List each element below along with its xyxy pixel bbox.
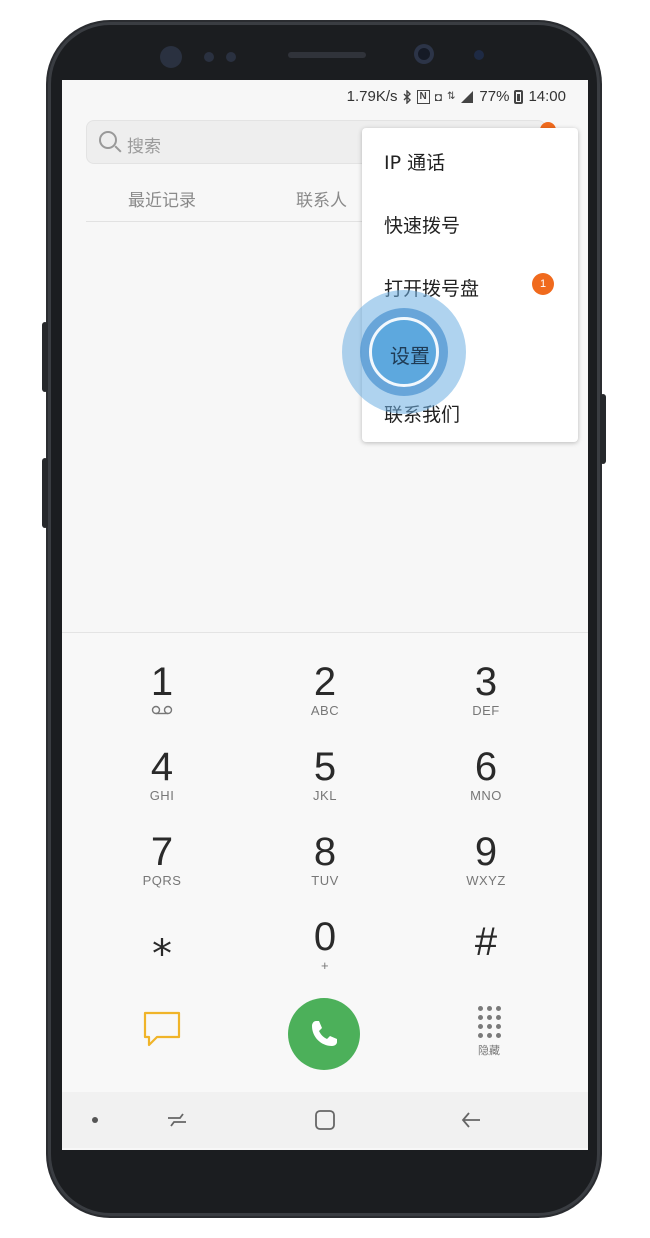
- key-letters: TUV: [311, 873, 339, 888]
- iris-led: [474, 50, 484, 60]
- tab-contacts[interactable]: 联系人: [296, 186, 347, 211]
- key-letters: PQRS: [142, 873, 182, 888]
- menu-item-ip-call[interactable]: IP 通话: [384, 148, 445, 175]
- data-icon: ◘: [434, 89, 443, 104]
- dialpad-key-2[interactable]: 2 ABC: [265, 660, 385, 718]
- dialpad-key-6[interactable]: 6 MNO: [426, 745, 546, 803]
- nfc-icon: N: [416, 89, 430, 104]
- battery-percent: 77%: [479, 88, 510, 105]
- key-digit: 0: [313, 915, 337, 959]
- message-button[interactable]: [142, 1010, 182, 1048]
- key-letters: JKL: [313, 788, 337, 803]
- dialpad-key-5[interactable]: 5 JKL: [265, 745, 385, 803]
- message-icon: [143, 1011, 181, 1047]
- key-letters: ABC: [310, 703, 340, 718]
- touch-indicator-core: 设置: [369, 317, 439, 387]
- search-placeholder: 搜索: [127, 137, 161, 157]
- key-digit: 1: [150, 660, 174, 704]
- hide-label: 隐藏: [478, 1044, 500, 1057]
- earpiece-speaker: [288, 52, 366, 58]
- dialpad-key-hash[interactable]: #: [426, 920, 546, 964]
- key-letters: WXYZ: [466, 873, 506, 888]
- clock: 14:00: [528, 88, 566, 105]
- key-letters: DEF: [472, 703, 500, 718]
- status-bar: 1.79K/s N ◘ ⇅ 77% 14:00: [62, 80, 588, 114]
- key-letters: +: [320, 958, 330, 973]
- search-icon: [99, 131, 117, 149]
- signal-icon: [461, 90, 474, 103]
- network-speed: 1.79K/s: [346, 88, 398, 105]
- touch-indicator: 设置: [342, 290, 466, 414]
- proximity-sensor: [204, 52, 214, 62]
- dialpad-key-4[interactable]: 4 GHI: [102, 745, 222, 803]
- phone-icon: [312, 1021, 337, 1046]
- home-icon[interactable]: [314, 1109, 336, 1131]
- front-camera: [414, 44, 434, 64]
- phone-screen: 1.79K/s N ◘ ⇅ 77% 14:00 搜索 最近记录 联系人 IP 通…: [62, 80, 588, 1150]
- key-digit: 3: [474, 660, 498, 704]
- dialpad-grid-icon: [477, 1006, 501, 1038]
- battery-icon: [514, 89, 524, 104]
- key-letters: MNO: [470, 788, 502, 803]
- nav-dot-indicator[interactable]: [92, 1117, 98, 1123]
- key-digit: 2: [313, 660, 337, 704]
- menu-badge: 1: [532, 273, 554, 295]
- back-icon[interactable]: [460, 1110, 482, 1130]
- dialpad-key-9[interactable]: 9 WXYZ: [426, 830, 546, 888]
- bixby-button: [42, 458, 48, 528]
- bluetooth-icon: [403, 89, 411, 104]
- dialpad-key-3[interactable]: 3 DEF: [426, 660, 546, 718]
- navigation-bar: [62, 1092, 588, 1148]
- key-letters: GHI: [149, 788, 175, 803]
- recent-apps-icon[interactable]: [166, 1110, 188, 1130]
- key-digit: 7: [150, 830, 174, 874]
- key-digit: 9: [474, 830, 498, 874]
- key-digit: 5: [313, 745, 337, 789]
- dialpad-key-star[interactable]: ⁎: [102, 920, 222, 964]
- key-digit: 4: [150, 745, 174, 789]
- light-sensor: [226, 52, 236, 62]
- volume-button: [42, 322, 48, 392]
- top-bezel: [48, 22, 600, 80]
- data-activity-icon: ⇅: [447, 91, 456, 102]
- call-button[interactable]: [288, 998, 360, 1070]
- power-button: [600, 394, 606, 464]
- voicemail-icon: [102, 704, 222, 718]
- status-bar-right: 1.79K/s N ◘ ⇅ 77% 14:00: [347, 88, 566, 105]
- touch-indicator-ring: 设置: [360, 308, 448, 396]
- key-digit: 6: [474, 745, 498, 789]
- key-digit: ⁎: [152, 920, 172, 964]
- dialpad-key-1[interactable]: 1: [102, 660, 222, 718]
- key-digit: #: [474, 920, 498, 964]
- hide-dialpad-button[interactable]: 隐藏: [469, 1006, 509, 1057]
- key-digit: 8: [313, 830, 337, 874]
- dialpad-key-0[interactable]: 0 +: [265, 915, 385, 973]
- iris-sensor: [160, 46, 182, 68]
- tab-recent[interactable]: 最近记录: [128, 186, 196, 211]
- menu-item-settings[interactable]: 设置: [390, 340, 430, 369]
- dialpad-key-7[interactable]: 7 PQRS: [102, 830, 222, 888]
- dialpad-key-8[interactable]: 8 TUV: [265, 830, 385, 888]
- menu-item-speed-dial[interactable]: 快速拨号: [384, 211, 460, 238]
